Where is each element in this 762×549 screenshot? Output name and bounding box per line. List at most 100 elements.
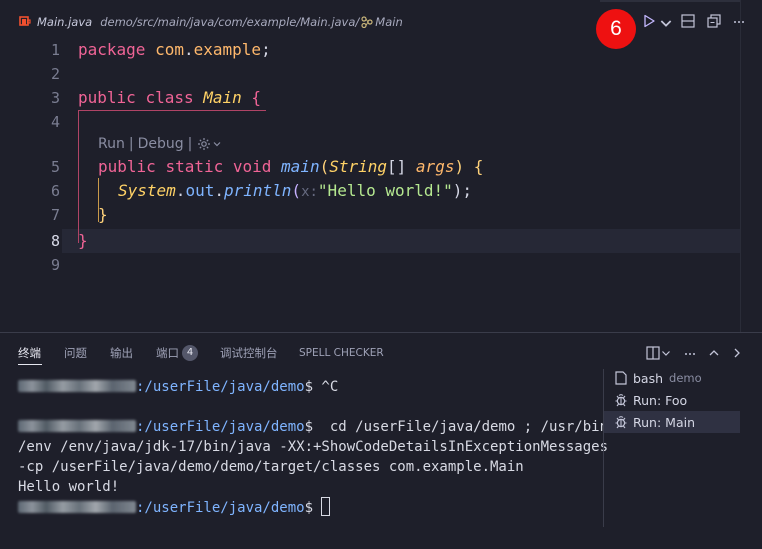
method-name: main [281, 157, 320, 176]
brace: } [98, 205, 108, 224]
keyword: public [78, 88, 136, 107]
split-editor-icon[interactable] [680, 13, 696, 29]
parameter: args [415, 157, 455, 176]
terminal-cursor [321, 497, 331, 516]
inlay-hint: x: [301, 184, 318, 200]
chevron-down-icon[interactable] [658, 15, 672, 27]
tab-divider [600, 0, 740, 2]
line-number-active: 8 [50, 232, 60, 250]
more-icon[interactable] [682, 345, 698, 361]
terminal-name: Run: Foo [633, 392, 688, 408]
dot: . [175, 181, 186, 200]
editor-header: Main.java demo/src/main/java/com/example… [0, 0, 762, 49]
terminal-output[interactable]: :/userFile/java/demo$ ^C :/userFile/java… [18, 377, 609, 517]
tab-terminal[interactable]: 终端 [18, 345, 41, 361]
tab-spell-checker[interactable]: SPELL CHECKER [299, 345, 384, 361]
terminal-line: :/userFile/java/demo$ cd /userFile/java/… [18, 417, 608, 437]
brace: { [473, 157, 484, 176]
terminal-line: :/userFile/java/demo$ [18, 497, 598, 517]
copy-icon[interactable] [706, 13, 722, 29]
chevron-down-icon[interactable] [212, 139, 222, 149]
class-symbol-icon [361, 16, 373, 28]
terminal-detail: demo [669, 371, 702, 385]
dot: . [214, 181, 224, 200]
tab-debug-console[interactable]: 调试控制台 [220, 345, 278, 361]
package-segment: example [193, 40, 262, 59]
terminal-line-empty [18, 397, 598, 417]
codelens-separator: | [128, 136, 134, 152]
breadcrumb-file[interactable]: Main.java [37, 15, 92, 29]
paren: ) [454, 157, 465, 176]
code-line-8[interactable]: } [78, 229, 88, 253]
terminal-name: bash [633, 370, 664, 386]
terminal-list-item[interactable]: bash demo [604, 367, 740, 389]
breadcrumb-symbol[interactable]: Main [375, 15, 402, 29]
keyword: public [98, 157, 156, 176]
line-number: 1 [50, 41, 60, 59]
bottom-panel: 终端 问题 输出 端口 4 调试控制台 SPELL CHECKER :/userF… [0, 332, 762, 549]
java-file-icon [19, 16, 31, 26]
dot: . [183, 40, 194, 59]
class-name: Main [203, 88, 242, 107]
bracket-guide [78, 110, 79, 243]
redacted-hostname [18, 380, 136, 392]
code-line-3[interactable]: public class Main { [78, 86, 261, 110]
current-line-highlight [62, 229, 740, 253]
redacted-hostname [18, 501, 136, 513]
ports-count-badge: 4 [182, 345, 198, 361]
keyword: package [78, 40, 146, 59]
code-line-6[interactable]: System.out.println(x:"Hello world!"); [118, 179, 472, 203]
play-icon[interactable] [641, 13, 657, 29]
editor: Main.java demo/src/main/java/com/example… [0, 0, 762, 332]
terminal-line: /env /env/java/jdk-17/bin/java -XX:+Show… [18, 439, 609, 455]
tab-problems[interactable]: 问题 [64, 345, 87, 361]
codelens: Run | Debug | [98, 136, 222, 152]
paren: ( [291, 181, 302, 200]
code-line-5[interactable]: public static void main(String[] args) { [98, 155, 483, 179]
terminal-line: Hello world! [18, 479, 120, 495]
terminal-line: -cp /userFile/java/demo/demo/target/clas… [18, 459, 524, 475]
terminal-path: :/userFile/java/demo [136, 379, 305, 395]
terminal-text: $ cd /userFile/java/demo ; /usr/bin [304, 419, 609, 435]
editor-scrollbar[interactable] [740, 0, 741, 332]
step-badge: 6 [596, 9, 636, 49]
string-literal: "Hello world!" [317, 181, 453, 200]
terminal-path: :/userFile/java/demo [136, 419, 305, 435]
method-name: println [223, 181, 292, 200]
terminal-text: $ ^C [304, 379, 339, 395]
terminal-layout-icon[interactable] [645, 345, 661, 361]
terminal-line: :/userFile/java/demo$ ^C [18, 377, 598, 397]
debug-icon [615, 394, 627, 407]
codelens-separator: | [187, 136, 193, 152]
line-number: 9 [50, 256, 60, 274]
terminal-icon [615, 371, 627, 385]
line-number: 5 [50, 158, 60, 176]
codelens-run[interactable]: Run [98, 136, 125, 152]
semicolon: ; [261, 40, 271, 59]
line-number: 4 [50, 113, 60, 131]
chevron-up-icon[interactable] [706, 345, 722, 361]
terminal-list-item-selected[interactable]: Run: Main [604, 411, 740, 433]
tab-output[interactable]: 输出 [110, 345, 133, 361]
line-number: 3 [50, 89, 60, 107]
paren-semicolon: ); [452, 181, 473, 200]
paren: ( [319, 157, 330, 176]
code-line-1[interactable]: package com.example; [78, 38, 271, 62]
keyword: class [145, 88, 194, 107]
more-icon[interactable] [731, 13, 747, 29]
tab-ports[interactable]: 端口 4 [156, 345, 198, 361]
code-line-7[interactable]: } [98, 203, 108, 227]
brace: } [78, 231, 88, 250]
terminal-list-item[interactable]: Run: Foo [604, 389, 740, 411]
active-tab-indicator [18, 364, 42, 365]
breadcrumb-path[interactable]: demo/src/main/java/com/example/Main.java… [100, 15, 359, 29]
codelens-debug[interactable]: Debug [138, 136, 184, 152]
field-name: out [185, 181, 215, 200]
chevron-right-icon[interactable] [731, 345, 743, 361]
terminal-name: Run: Main [633, 414, 695, 430]
gear-icon[interactable] [197, 137, 211, 151]
line-number: 2 [50, 65, 60, 83]
chevron-down-icon[interactable] [660, 345, 672, 361]
breadcrumb: Main.java demo/src/main/java/com/example… [19, 13, 403, 31]
class-name: System [118, 181, 176, 200]
